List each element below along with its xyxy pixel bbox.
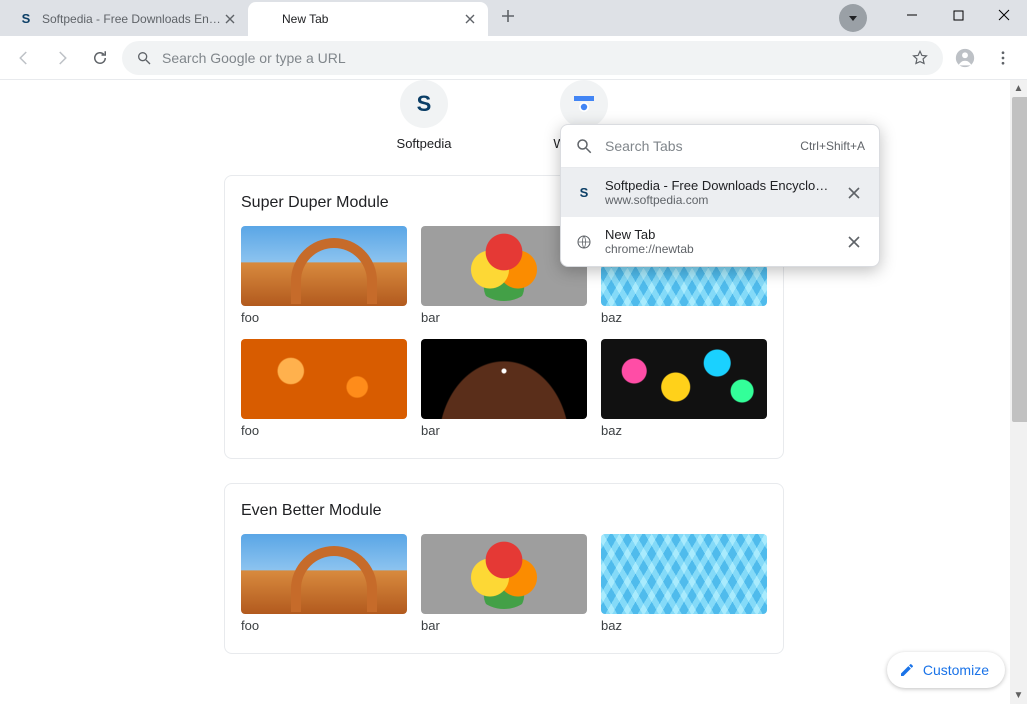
globe-icon xyxy=(575,233,593,251)
forward-button[interactable] xyxy=(46,42,78,74)
tab-title: New Tab xyxy=(282,12,462,26)
ntp-shortcut-softpedia[interactable]: S Softpedia xyxy=(368,80,480,151)
card-label: foo xyxy=(241,423,407,438)
tab-search-close-button[interactable] xyxy=(843,231,865,253)
kebab-menu-button[interactable] xyxy=(987,42,1019,74)
module-card[interactable]: foo xyxy=(241,226,407,325)
scroll-track[interactable] xyxy=(1010,97,1027,687)
card-label: bar xyxy=(421,423,587,438)
window-maximize-button[interactable] xyxy=(935,0,981,30)
tab-search-item-text: Softpedia - Free Downloads Encyclop… www… xyxy=(605,178,831,207)
scroll-down-button[interactable]: ▼ xyxy=(1010,687,1027,704)
tab-search-item-url: www.softpedia.com xyxy=(605,193,831,207)
softpedia-favicon-icon: S xyxy=(575,184,593,202)
customize-label: Customize xyxy=(923,662,989,678)
card-thumb-icon xyxy=(241,339,407,419)
card-label: bar xyxy=(421,618,587,633)
tab-search-item[interactable]: S Softpedia - Free Downloads Encyclop… w… xyxy=(561,168,879,217)
scroll-thumb[interactable] xyxy=(1012,97,1027,422)
svg-text:S: S xyxy=(580,185,589,200)
omnibox[interactable]: Search Google or type a URL xyxy=(122,41,943,75)
module-card[interactable]: foo xyxy=(241,534,407,633)
profile-button[interactable] xyxy=(949,42,981,74)
ntp-module: Even Better Module foo bar baz xyxy=(224,483,784,654)
toolbar: Search Google or type a URL xyxy=(0,36,1027,80)
reload-button[interactable] xyxy=(84,42,116,74)
search-icon xyxy=(575,137,593,155)
tab-softpedia[interactable]: S Softpedia - Free Downloads Encyc xyxy=(8,2,248,36)
softpedia-favicon-icon: S xyxy=(18,11,34,27)
tab-search-popup: Search Tabs Ctrl+Shift+A S Softpedia - F… xyxy=(560,124,880,267)
tab-search-item-title: Softpedia - Free Downloads Encyclop… xyxy=(605,178,831,193)
page-viewport: S Softpedia Web Store Super Duper Module… xyxy=(0,80,1027,704)
new-tab-button[interactable] xyxy=(494,2,522,30)
module-card[interactable]: foo xyxy=(241,339,407,438)
tab-close-button[interactable] xyxy=(222,11,238,27)
module-card[interactable]: bar xyxy=(421,534,587,633)
window-close-button[interactable] xyxy=(981,0,1027,30)
softpedia-tile-icon: S xyxy=(400,80,448,128)
blank-favicon-icon xyxy=(258,11,274,27)
tab-search-button[interactable] xyxy=(839,4,867,32)
search-icon xyxy=(136,50,152,66)
tab-newtab[interactable]: New Tab xyxy=(248,2,488,36)
tab-search-shortcut-hint: Ctrl+Shift+A xyxy=(800,139,865,153)
card-thumb-icon xyxy=(241,534,407,614)
tab-strip: S Softpedia - Free Downloads Encyc New T… xyxy=(0,2,522,36)
module-card[interactable]: baz xyxy=(601,339,767,438)
module-card-grid: foo bar baz xyxy=(241,534,767,633)
card-thumb-icon xyxy=(421,339,587,419)
svg-text:S: S xyxy=(22,11,31,26)
tab-close-button[interactable] xyxy=(462,11,478,27)
tab-search-item[interactable]: New Tab chrome://newtab xyxy=(561,217,879,266)
webstore-tile-icon xyxy=(560,80,608,128)
bookmark-star-icon[interactable] xyxy=(911,49,929,67)
card-thumb-icon xyxy=(241,226,407,306)
card-label: baz xyxy=(601,310,767,325)
card-thumb-icon xyxy=(601,534,767,614)
tab-title: Softpedia - Free Downloads Encyc xyxy=(42,12,222,26)
card-label: bar xyxy=(421,310,587,325)
tab-search-item-url: chrome://newtab xyxy=(605,242,831,256)
pencil-icon xyxy=(899,662,915,678)
scroll-up-button[interactable]: ▲ xyxy=(1010,80,1027,97)
tab-search-item-title: New Tab xyxy=(605,227,831,242)
tab-search-header: Search Tabs Ctrl+Shift+A xyxy=(561,125,879,168)
ntp-shortcut-label: Softpedia xyxy=(397,136,452,151)
module-title: Even Better Module xyxy=(241,502,767,520)
tab-search-input[interactable]: Search Tabs xyxy=(605,138,788,154)
card-label: foo xyxy=(241,618,407,633)
omnibox-placeholder: Search Google or type a URL xyxy=(162,50,346,66)
module-card[interactable]: bar xyxy=(421,339,587,438)
back-button[interactable] xyxy=(8,42,40,74)
card-thumb-icon xyxy=(421,534,587,614)
customize-button[interactable]: Customize xyxy=(887,652,1005,688)
card-label: baz xyxy=(601,618,767,633)
window-controls xyxy=(889,0,1027,30)
vertical-scrollbar[interactable]: ▲ ▼ xyxy=(1010,80,1027,704)
titlebar: S Softpedia - Free Downloads Encyc New T… xyxy=(0,0,1027,36)
card-label: baz xyxy=(601,423,767,438)
tab-search-item-text: New Tab chrome://newtab xyxy=(605,227,831,256)
tab-search-close-button[interactable] xyxy=(843,182,865,204)
module-card[interactable]: baz xyxy=(601,534,767,633)
card-label: foo xyxy=(241,310,407,325)
card-thumb-icon xyxy=(601,339,767,419)
window-minimize-button[interactable] xyxy=(889,0,935,30)
